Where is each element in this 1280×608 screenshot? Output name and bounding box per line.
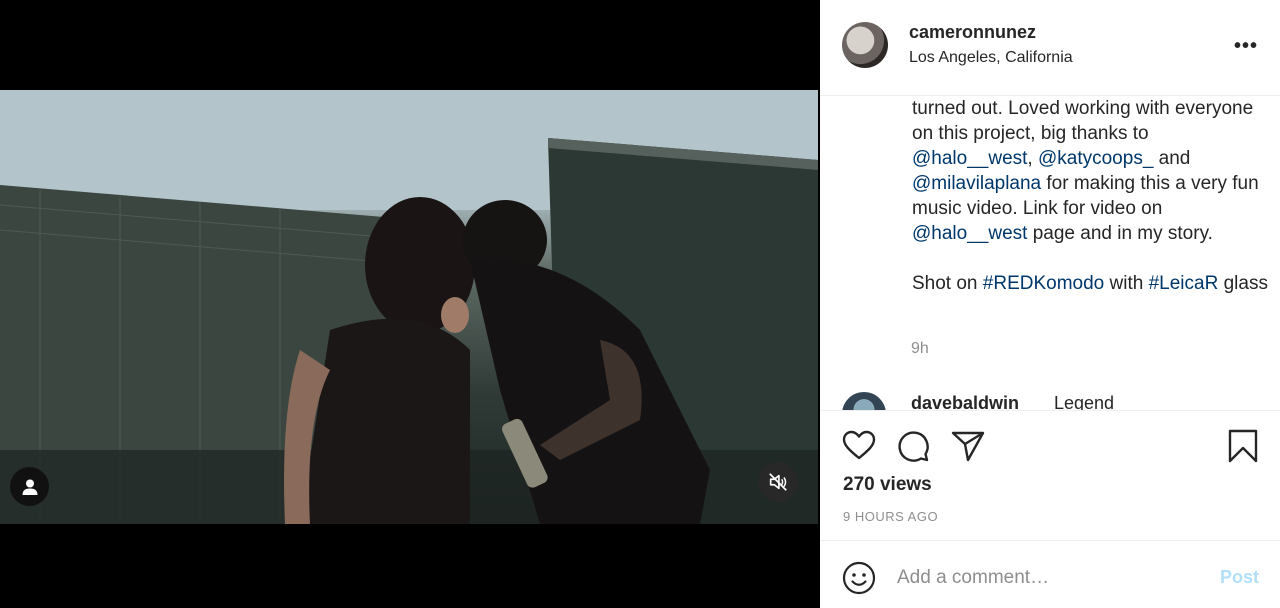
video-frame[interactable] xyxy=(0,90,818,524)
commenter-avatar[interactable] xyxy=(842,392,886,410)
comment-text: Legend xyxy=(1054,393,1115,410)
action-bar: 270 views 9 HOURS AGO xyxy=(820,410,1280,540)
post-username[interactable]: cameronnunez xyxy=(909,22,1036,43)
bookmark-icon[interactable] xyxy=(1226,429,1260,463)
caption-text: turned out. Loved working with everyone … xyxy=(912,98,1254,144)
caption-timestamp[interactable]: 9h xyxy=(911,340,929,358)
caption-text: Shot on xyxy=(912,273,983,294)
user-tag-button[interactable] xyxy=(10,467,49,506)
paper-plane-icon[interactable] xyxy=(951,429,985,463)
video-still xyxy=(0,90,818,524)
mute-button[interactable] xyxy=(758,462,798,502)
hashtag-link[interactable]: #LeicaR xyxy=(1149,273,1219,294)
comment-input[interactable] xyxy=(897,563,1197,593)
smiley-icon[interactable] xyxy=(842,561,876,595)
post-header: cameronnunez Los Angeles, California ••• xyxy=(820,0,1280,96)
mention-link[interactable]: @milavilaplana xyxy=(912,173,1041,194)
comment-bubble-icon[interactable] xyxy=(896,429,930,463)
post-caption: turned out. Loved working with everyone … xyxy=(912,97,1270,321)
speaker-muted-icon xyxy=(769,473,787,491)
post-timestamp[interactable]: 9 HOURS AGO xyxy=(843,509,938,524)
caption-text: , xyxy=(1027,148,1038,169)
comment-item: davebaldwin Legend xyxy=(842,392,1272,410)
caption-text: page and in my story. xyxy=(1027,223,1213,244)
caption-text: and xyxy=(1153,148,1191,169)
view-count[interactable]: 270 views xyxy=(843,474,932,496)
more-options-button[interactable]: ••• xyxy=(1234,36,1258,56)
caption-text: with xyxy=(1104,273,1149,294)
post-comment-button[interactable]: Post xyxy=(1220,567,1259,588)
mention-link[interactable]: @halo__west xyxy=(912,223,1027,244)
media-panel xyxy=(0,0,820,608)
commenter-username[interactable]: davebaldwin xyxy=(911,393,1019,410)
mention-link[interactable]: @halo__west xyxy=(912,148,1027,169)
add-comment-bar: Post xyxy=(820,540,1280,608)
person-icon xyxy=(22,479,37,495)
caption-text: glass xyxy=(1218,273,1268,294)
post-details-panel: cameronnunez Los Angeles, California •••… xyxy=(820,0,1280,608)
hashtag-link[interactable]: #REDKomodo xyxy=(983,273,1104,294)
avatar[interactable] xyxy=(842,22,888,68)
mention-link[interactable]: @katycoops_ xyxy=(1038,148,1153,169)
heart-icon[interactable] xyxy=(842,429,876,463)
comments-section[interactable]: turned out. Loved working with everyone … xyxy=(820,97,1280,410)
post-location[interactable]: Los Angeles, California xyxy=(909,49,1073,67)
